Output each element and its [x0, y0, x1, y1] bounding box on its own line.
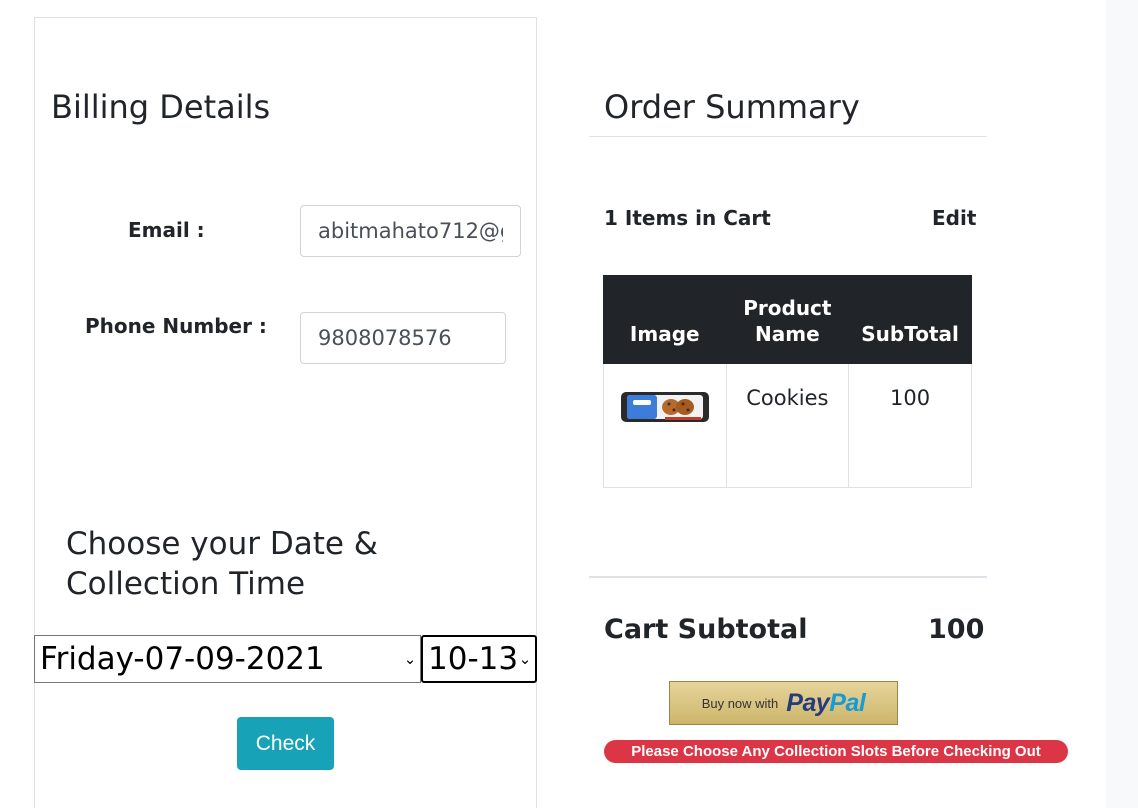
column-header-product-name: Product Name [725, 275, 850, 364]
email-field[interactable] [300, 205, 521, 257]
cart-subtotal-label: Cart Subtotal [604, 614, 808, 645]
paypal-button-prefix: Buy now with [701, 695, 779, 711]
billing-card: Billing Details Email : Phone Number : C… [34, 17, 537, 808]
chevron-down-icon: ⌄ [403, 650, 417, 668]
cart-subtotal-value: 100 [928, 614, 985, 645]
order-summary-title: Order Summary [604, 88, 860, 126]
cart-table-header-row: Image Product Name SubTotal [603, 275, 972, 364]
page-gutter [1106, 0, 1138, 808]
product-image-cell [603, 363, 727, 488]
billing-title: Billing Details [51, 88, 271, 126]
paypal-buy-button[interactable]: Buy now with PayPal [669, 681, 898, 725]
product-subtotal-cell: 100 [848, 363, 972, 488]
email-label: Email : [128, 218, 205, 242]
paypal-logo-pay: Pay [786, 688, 830, 717]
date-select-value: Friday-07-09-2021 [40, 641, 325, 677]
phone-field[interactable] [300, 312, 506, 364]
time-select-value: 10-13 [428, 641, 518, 677]
product-name-cell: Cookies [725, 363, 850, 488]
column-header-image: Image [603, 275, 727, 364]
edit-cart-link[interactable]: Edit [932, 206, 976, 230]
phone-label: Phone Number : [85, 314, 267, 338]
cart-table: Image Product Name SubTotal Cookies 100 [603, 275, 972, 488]
collection-title: Choose your Date & Collection Time [66, 526, 378, 602]
divider [589, 136, 987, 137]
chevron-down-icon: ⌄ [518, 650, 532, 668]
check-button[interactable]: Check [237, 717, 334, 770]
date-select[interactable]: Friday-07-09-2021 ⌄ [34, 635, 421, 683]
cart-items-count: 1 Items in Cart [604, 206, 771, 230]
divider [589, 576, 987, 578]
column-header-subtotal: SubTotal [848, 275, 972, 364]
paypal-logo: PayPal [786, 688, 866, 718]
time-select[interactable]: 10-13 ⌄ [421, 635, 537, 683]
collection-warning-badge: Please Choose Any Collection Slots Befor… [604, 740, 1068, 763]
cookies-package-image [620, 392, 709, 422]
table-row: Cookies 100 [603, 363, 972, 488]
paypal-logo-pal: Pal [829, 688, 866, 717]
